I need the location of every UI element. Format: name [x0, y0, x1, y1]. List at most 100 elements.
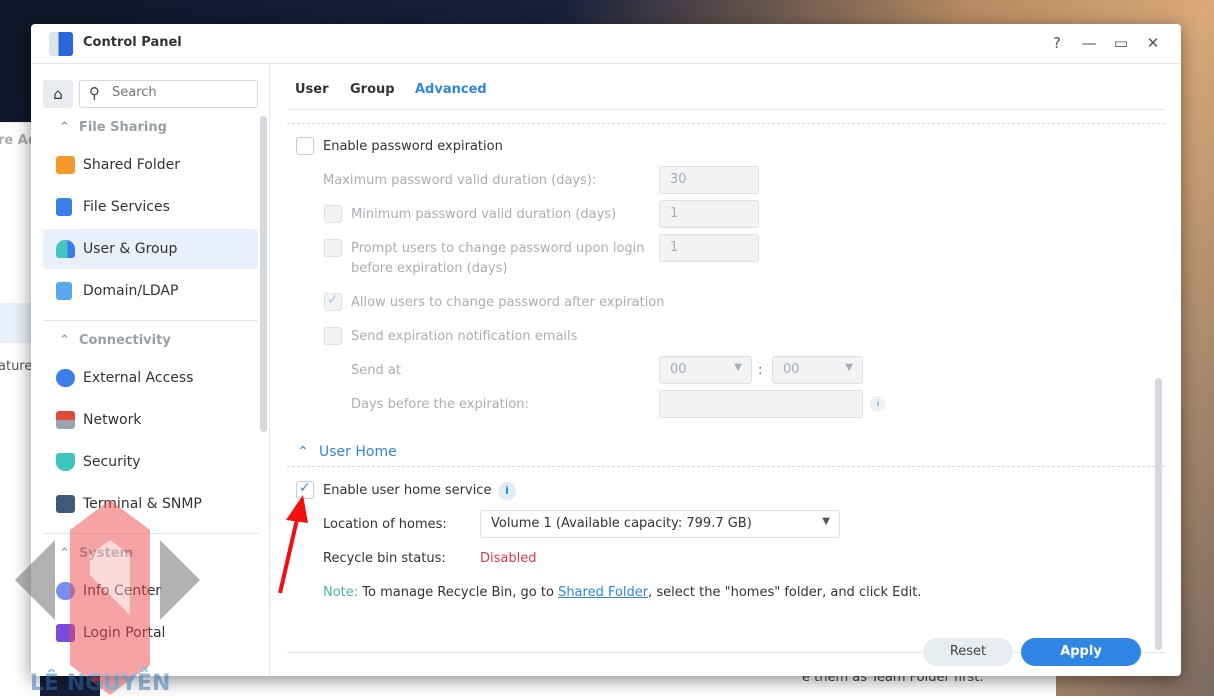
checkmark-icon: ✓: [327, 292, 339, 308]
recycle-status: Disabled: [480, 551, 537, 566]
background-text: ature: [0, 359, 33, 374]
close-button[interactable]: ✕: [1143, 34, 1163, 54]
recycle-label: Recycle bin status:: [323, 551, 446, 566]
section-label: System: [79, 546, 134, 561]
external-access-icon: [56, 369, 75, 387]
days-before-input[interactable]: [659, 390, 863, 418]
maximize-button[interactable]: ▭: [1111, 34, 1131, 54]
minimize-button[interactable]: —: [1079, 34, 1099, 54]
checkmark-icon: ✓: [299, 480, 311, 496]
control-panel-window: Control Panel ? — ▭ ✕ ⌂ ⚲ ⌃ File Sharing …: [31, 24, 1181, 676]
section-file-sharing[interactable]: ⌃ File Sharing: [59, 120, 167, 135]
select-value: 00: [670, 362, 687, 377]
select-value: 00: [783, 362, 800, 377]
allow-change-label: Allow users to change password after exp…: [351, 295, 665, 310]
enable-password-expiration-checkbox[interactable]: [296, 137, 314, 155]
sidebar-item-info-center[interactable]: Info Center: [43, 571, 258, 611]
min-duration-input[interactable]: 1: [659, 200, 759, 228]
sidebar-item-label: External Access: [83, 370, 194, 386]
sidebar-item-shared-folder[interactable]: Shared Folder: [43, 145, 258, 185]
home-icon: ⌂: [53, 85, 63, 103]
prompt-change-input[interactable]: 1: [659, 234, 759, 262]
sidebar-item-label: User & Group: [83, 241, 178, 257]
max-duration-input[interactable]: 30: [659, 166, 759, 194]
sidebar-item-label: Domain/LDAP: [83, 283, 179, 299]
sidebar-item-label: Info Center: [83, 583, 162, 599]
send-at-label: Send at: [351, 363, 401, 378]
prompt-change-checkbox[interactable]: [324, 239, 342, 257]
home-button[interactable]: ⌂: [43, 80, 73, 108]
dropdown-arrow-icon: ▼: [845, 362, 853, 373]
control-panel-app-icon: [49, 32, 73, 56]
sidebar-item-label: File Services: [83, 199, 170, 215]
chevron-up-icon: ⌃: [59, 546, 70, 561]
section-title: User Home: [319, 444, 397, 460]
info-center-icon: [56, 582, 75, 600]
section-label: File Sharing: [79, 120, 167, 135]
main-panel: User Group Advanced Enable password expi…: [271, 64, 1181, 676]
info-icon[interactable]: i: [498, 482, 516, 500]
search-box[interactable]: ⚲: [79, 80, 258, 108]
sidebar-item-user-group[interactable]: User & Group: [43, 229, 258, 269]
note-text: , select the "homes" folder, and click E…: [648, 585, 922, 600]
prompt-change-label-2: before expiration (days): [351, 261, 508, 276]
min-duration-checkbox[interactable]: [324, 205, 342, 223]
info-icon[interactable]: i: [870, 396, 886, 412]
location-select[interactable]: Volume 1 (Available capacity: 799.7 GB) ▼: [480, 510, 840, 538]
user-home-section-header[interactable]: ⌃ User Home: [297, 444, 397, 460]
enable-user-home-checkbox[interactable]: ✓: [296, 480, 314, 499]
tab-advanced[interactable]: Advanced: [415, 82, 487, 97]
security-icon: [56, 453, 75, 471]
send-at-hour-select[interactable]: 00 ▼: [659, 356, 752, 384]
enable-user-home-label: Enable user home service: [323, 483, 492, 498]
enable-password-expiration-label: Enable password expiration: [323, 139, 503, 154]
time-separator: :: [758, 363, 763, 378]
send-at-minute-select[interactable]: 00 ▼: [772, 356, 863, 384]
chevron-up-icon: ⌃: [59, 333, 70, 348]
main-scrollbar[interactable]: [1155, 378, 1162, 650]
sidebar-item-label: Shared Folder: [83, 157, 181, 173]
dropdown-arrow-icon: ▼: [822, 516, 830, 527]
network-icon: [56, 411, 75, 429]
terminal-icon: [56, 495, 75, 513]
sidebar-item-label: Network: [83, 412, 142, 428]
sidebar-item-external-access[interactable]: External Access: [43, 358, 258, 398]
shared-folder-link[interactable]: Shared Folder: [558, 585, 648, 600]
apply-button[interactable]: Apply: [1021, 638, 1141, 666]
sidebar-item-domain-ldap[interactable]: Domain/LDAP: [43, 271, 258, 311]
note-text: To manage Recycle Bin, go to: [358, 585, 559, 600]
reset-button[interactable]: Reset: [923, 638, 1013, 666]
login-portal-icon: [56, 624, 75, 642]
tab-group[interactable]: Group: [350, 82, 395, 97]
section-divider: [287, 466, 1165, 467]
sidebar-item-label: Login Portal: [83, 625, 166, 641]
divider: [43, 320, 258, 321]
section-system[interactable]: ⌃ System: [59, 546, 133, 561]
section-divider: [287, 123, 1165, 124]
title-bar: Control Panel ? — ▭ ✕: [31, 24, 1181, 64]
section-connectivity[interactable]: ⌃ Connectivity: [59, 333, 171, 348]
min-duration-label: Minimum password valid duration (days): [351, 207, 617, 222]
window-title: Control Panel: [83, 35, 182, 50]
tab-user[interactable]: User: [295, 82, 329, 97]
note-prefix: Note:: [323, 585, 359, 600]
dropdown-arrow-icon: ▼: [734, 362, 742, 373]
search-input[interactable]: [112, 85, 242, 100]
sidebar-item-label: Security: [83, 454, 141, 470]
sidebar-item-network[interactable]: Network: [43, 400, 258, 440]
sidebar-item-terminal-snmp[interactable]: Terminal & SNMP: [43, 484, 258, 524]
location-label: Location of homes:: [323, 517, 447, 532]
sidebar-item-security[interactable]: Security: [43, 442, 258, 482]
sidebar-item-file-services[interactable]: File Services: [43, 187, 258, 227]
help-button[interactable]: ?: [1047, 34, 1067, 54]
chevron-up-icon: ⌃: [297, 444, 309, 460]
send-notification-label: Send expiration notification emails: [351, 329, 578, 344]
allow-change-checkbox[interactable]: ✓: [324, 292, 342, 311]
shared-folder-icon: [56, 156, 75, 174]
days-before-label: Days before the expiration:: [351, 397, 529, 412]
chevron-up-icon: ⌃: [59, 120, 70, 135]
section-label: Connectivity: [79, 333, 171, 348]
send-notification-checkbox[interactable]: [324, 327, 342, 345]
sidebar-item-login-portal[interactable]: Login Portal: [43, 613, 258, 653]
sidebar-scrollbar[interactable]: [260, 116, 267, 432]
